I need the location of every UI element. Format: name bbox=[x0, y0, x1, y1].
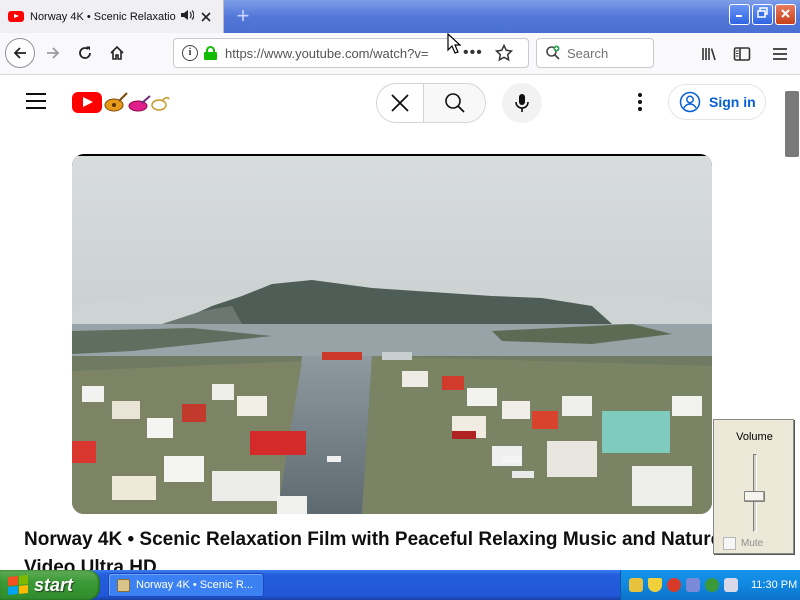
home-icon bbox=[110, 45, 124, 60]
home-button[interactable] bbox=[102, 38, 132, 68]
sign-in-button[interactable]: Sign in bbox=[668, 84, 766, 120]
lock-icon[interactable] bbox=[204, 46, 217, 60]
forward-arrow-icon bbox=[47, 47, 60, 59]
forward-button[interactable] bbox=[38, 38, 68, 68]
scrollbar-thumb[interactable] bbox=[785, 91, 799, 157]
doodle-guitars-icon bbox=[104, 92, 170, 112]
browser-tab[interactable]: Norway 4K • Scenic Relaxation bbox=[0, 0, 224, 33]
clock[interactable]: 11:30 PM bbox=[751, 579, 797, 591]
windows-taskbar: start Norway 4K • Scenic R... 11:30 PM bbox=[0, 570, 800, 600]
volume-control-popup: Volume Mute bbox=[713, 419, 794, 554]
taskbar-window-label: Norway 4K • Scenic R... bbox=[136, 579, 253, 591]
youtube-search-box[interactable] bbox=[376, 83, 486, 123]
system-tray: 11:30 PM bbox=[620, 570, 800, 600]
back-arrow-icon bbox=[13, 47, 26, 59]
settings-more-icon[interactable] bbox=[630, 91, 650, 113]
new-tab-button[interactable]: + bbox=[232, 4, 254, 28]
sign-in-label: Sign in bbox=[709, 94, 756, 110]
volume-slider-thumb[interactable] bbox=[744, 490, 765, 502]
speaker-icon[interactable] bbox=[180, 9, 196, 24]
info-icon[interactable]: i bbox=[182, 45, 198, 61]
start-button[interactable]: start bbox=[0, 570, 100, 600]
search-field[interactable]: Search bbox=[536, 38, 654, 68]
reload-icon bbox=[79, 46, 91, 59]
minimize-button[interactable] bbox=[729, 4, 750, 25]
network-icon[interactable] bbox=[629, 578, 643, 592]
reload-button[interactable] bbox=[70, 38, 100, 68]
volume-speaker-icon[interactable] bbox=[724, 578, 738, 592]
bookmark-star-icon[interactable] bbox=[494, 43, 513, 62]
start-label: start bbox=[34, 574, 74, 595]
mouse-cursor-icon bbox=[447, 33, 461, 54]
tab-close-icon[interactable] bbox=[200, 9, 216, 25]
window-close-button[interactable] bbox=[775, 4, 796, 25]
tab-title: Norway 4K • Scenic Relaxation bbox=[30, 10, 176, 23]
minimize-icon bbox=[735, 15, 742, 17]
youtube-search-button[interactable] bbox=[423, 84, 485, 122]
security-shield-icon[interactable] bbox=[648, 578, 662, 592]
volume-title: Volume bbox=[736, 431, 773, 443]
search-icon bbox=[444, 93, 465, 113]
page-actions-icon[interactable]: ••• bbox=[463, 44, 483, 62]
windows-flag-icon bbox=[8, 574, 28, 596]
youtube-favicon-icon bbox=[8, 11, 24, 22]
restore-button[interactable] bbox=[752, 4, 773, 25]
account-icon bbox=[679, 91, 701, 113]
mute-label: Mute bbox=[741, 538, 764, 549]
address-bar[interactable]: i https://www.youtube.com/watch?v= ••• bbox=[173, 38, 529, 68]
youtube-logo[interactable] bbox=[72, 90, 172, 114]
navigation-toolbar: i https://www.youtube.com/watch?v= ••• S… bbox=[0, 33, 800, 75]
library-icon[interactable] bbox=[700, 44, 720, 64]
video-frame-norway-harbor[interactable] bbox=[72, 156, 712, 514]
application-icon bbox=[117, 578, 130, 592]
close-icon bbox=[781, 9, 790, 18]
search-engine-icon bbox=[546, 45, 560, 60]
desktop: Norway 4K • Scenic Relaxation + i https:… bbox=[0, 0, 800, 600]
youtube-play-logo-icon bbox=[72, 91, 102, 113]
url-text[interactable]: https://www.youtube.com/watch?v= bbox=[225, 46, 449, 61]
sidebar-toggle-icon[interactable] bbox=[732, 44, 752, 64]
youtube-header: Sign in bbox=[0, 75, 800, 131]
search-placeholder: Search bbox=[567, 45, 609, 61]
restore-icon bbox=[757, 7, 768, 18]
tray-app-icon[interactable] bbox=[686, 578, 700, 592]
clear-search-icon[interactable] bbox=[377, 84, 423, 122]
mute-checkbox[interactable]: Mute bbox=[723, 537, 763, 550]
video-player[interactable] bbox=[72, 154, 712, 514]
back-button[interactable] bbox=[5, 38, 35, 68]
window-controls bbox=[729, 4, 796, 25]
update-icon[interactable] bbox=[705, 578, 719, 592]
voice-search-button[interactable] bbox=[502, 83, 542, 123]
microphone-icon bbox=[515, 94, 529, 112]
guide-menu-icon[interactable] bbox=[26, 93, 46, 109]
taskbar-window-button[interactable]: Norway 4K • Scenic R... bbox=[108, 573, 264, 597]
hamburger-menu-icon[interactable] bbox=[770, 44, 790, 64]
mute-checkbox-box[interactable] bbox=[723, 537, 736, 550]
antivirus-icon[interactable] bbox=[667, 578, 681, 592]
tab-strip: Norway 4K • Scenic Relaxation + bbox=[0, 0, 800, 33]
